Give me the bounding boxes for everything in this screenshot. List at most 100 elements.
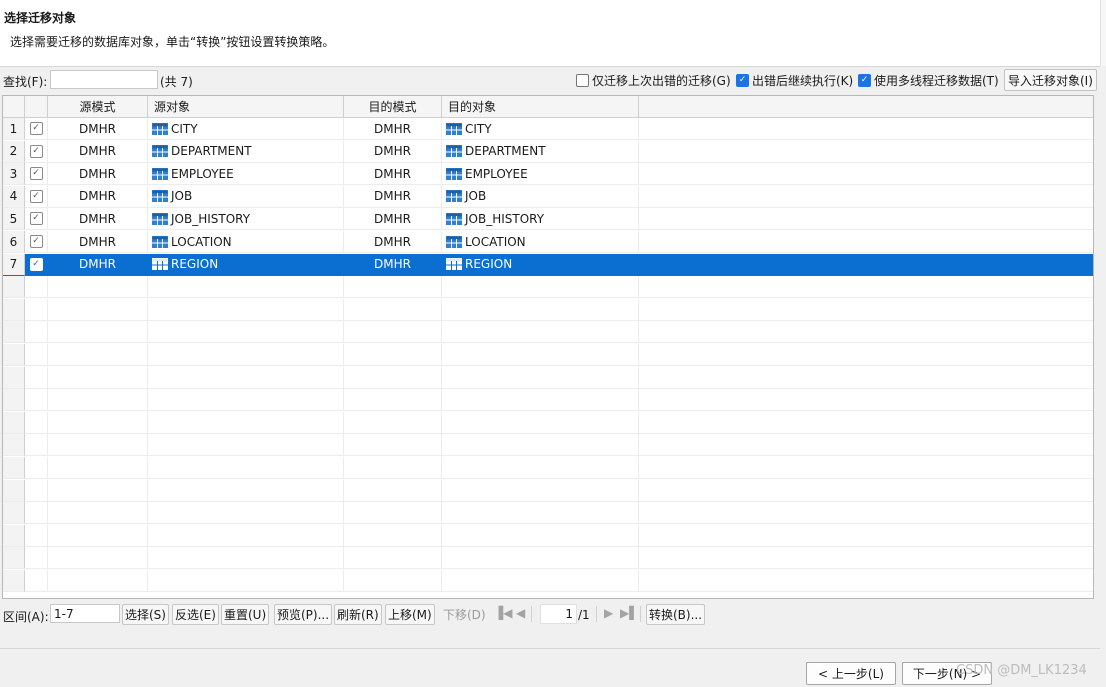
table-icon — [152, 167, 168, 180]
source-schema-cell[interactable]: DMHR — [48, 140, 148, 163]
move-down-button[interactable]: 下移(D) — [440, 604, 489, 625]
row-checkbox[interactable]: ✓ — [29, 144, 43, 158]
row-number: 3 — [3, 163, 25, 186]
wizard-header: 选择迁移对象 选择需要迁移的数据库对象，单击“转换”按钮设置转换策略。 — [0, 0, 1100, 67]
preview-button[interactable]: 预览(P)... — [274, 604, 333, 625]
table-icon — [152, 190, 168, 203]
table-icon — [152, 122, 168, 135]
source-schema-cell[interactable]: DMHR — [48, 253, 148, 276]
table-row — [3, 479, 1093, 502]
target-object-cell[interactable]: JOB_HISTORY — [442, 208, 639, 231]
source-object-name: REGION — [171, 257, 219, 272]
table-row[interactable]: 4 ✓ DMHR JOB DMHR JOB — [3, 185, 1093, 208]
multithread-checkbox[interactable]: ✓ — [858, 74, 871, 87]
target-schema-cell[interactable]: DMHR — [344, 118, 442, 140]
source-object-cell[interactable]: CITY — [148, 118, 344, 140]
multithread-label: 使用多线程迁移数据(T) — [874, 74, 999, 88]
source-object-cell[interactable]: EMPLOYEE — [148, 163, 344, 186]
target-object-name: CITY — [465, 121, 492, 136]
source-object-name: DEPARTMENT — [171, 144, 252, 159]
target-schema-cell[interactable]: DMHR — [344, 253, 442, 276]
row-number: 1 — [3, 118, 25, 140]
source-object-cell[interactable]: REGION — [148, 253, 344, 276]
import-objects-button[interactable]: 导入迁移对象(I) — [1004, 69, 1097, 91]
continue-on-error-checkbox[interactable]: ✓ — [736, 74, 749, 87]
source-object-cell[interactable]: LOCATION — [148, 231, 344, 253]
source-schema-cell[interactable]: DMHR — [48, 118, 148, 140]
target-object-cell[interactable]: REGION — [442, 253, 639, 276]
first-page-icon[interactable]: ▐◀ — [494, 606, 512, 620]
target-schema-cell[interactable]: DMHR — [344, 185, 442, 208]
table-row — [3, 321, 1093, 344]
source-schema-cell[interactable]: DMHR — [48, 185, 148, 208]
retry-failed-checkbox[interactable] — [576, 74, 589, 87]
table-row — [3, 524, 1093, 547]
target-object-cell[interactable]: JOB — [442, 185, 639, 208]
table-icon — [446, 212, 462, 225]
table-row — [3, 570, 1093, 592]
table-row[interactable]: 6 ✓ DMHR LOCATION DMHR LOCATION — [3, 231, 1093, 253]
row-checkbox[interactable]: ✓ — [29, 122, 43, 135]
select-button[interactable]: 选择(S) — [122, 604, 169, 625]
target-schema-cell[interactable]: DMHR — [344, 231, 442, 253]
reset-button[interactable]: 重置(U) — [221, 604, 270, 625]
table-row — [3, 276, 1093, 299]
page-number-input[interactable]: 1 — [540, 604, 577, 624]
invert-selection-button[interactable]: 反选(E) — [172, 604, 219, 625]
target-schema-cell[interactable]: DMHR — [344, 163, 442, 186]
table-icon — [446, 235, 462, 248]
continue-on-error-option[interactable]: ✓ 出错后继续执行(K) — [736, 72, 853, 89]
row-number: 4 — [3, 185, 25, 208]
target-object-name: LOCATION — [465, 234, 526, 249]
continue-on-error-label: 出错后继续执行(K) — [752, 74, 854, 88]
retry-failed-option[interactable]: 仅迁移上次出错的迁移(G) — [576, 72, 731, 89]
target-schema-cell[interactable]: DMHR — [344, 140, 442, 163]
source-schema-cell[interactable]: DMHR — [48, 163, 148, 186]
table-icon — [446, 190, 462, 203]
col-source-schema[interactable]: 源模式 — [48, 96, 148, 118]
source-schema-cell[interactable]: DMHR — [48, 208, 148, 231]
table-icon — [152, 258, 168, 271]
row-checkbox[interactable]: ✓ — [29, 257, 43, 271]
row-checkbox[interactable]: ✓ — [29, 189, 43, 203]
row-checkbox[interactable]: ✓ — [29, 167, 43, 181]
table-icon — [446, 167, 462, 180]
refresh-button[interactable]: 刷新(R) — [334, 604, 382, 625]
target-object-cell[interactable]: LOCATION — [442, 231, 639, 253]
next-page-icon[interactable]: ▶ — [604, 606, 613, 620]
target-object-cell[interactable]: CITY — [442, 118, 639, 140]
table-row[interactable]: 1 ✓ DMHR CITY DMHR CITY — [3, 118, 1093, 140]
multithread-option[interactable]: ✓ 使用多线程迁移数据(T) — [858, 72, 999, 89]
find-input[interactable] — [50, 70, 158, 89]
row-checkbox[interactable]: ✓ — [29, 235, 43, 248]
range-input[interactable]: 1-7 — [50, 604, 120, 623]
last-page-icon[interactable]: ▶▌ — [620, 606, 638, 620]
target-object-cell[interactable]: DEPARTMENT — [442, 140, 639, 163]
target-object-cell[interactable]: EMPLOYEE — [442, 163, 639, 186]
source-object-cell[interactable]: JOB — [148, 185, 344, 208]
target-schema-cell[interactable]: DMHR — [344, 208, 442, 231]
col-target-object[interactable]: 目的对象 — [442, 96, 639, 118]
move-up-button[interactable]: 上移(M) — [385, 604, 435, 625]
retry-failed-label: 仅迁移上次出错的迁移(G) — [592, 74, 731, 88]
table-row[interactable]: 7 ✓ DMHR REGION DMHR REGION — [3, 253, 1093, 276]
table-row[interactable]: 2 ✓ DMHR DEPARTMENT DMHR DEPARTMENT — [3, 140, 1093, 163]
range-label: 区间(A): — [3, 610, 49, 624]
prev-page-icon[interactable]: ◀ — [516, 606, 525, 620]
page-title: 选择迁移对象 — [4, 11, 77, 25]
object-count: (共 7) — [160, 75, 193, 89]
source-schema-cell[interactable]: DMHR — [48, 231, 148, 253]
row-checkbox[interactable]: ✓ — [29, 212, 43, 226]
watermark: CSDN @DM_LK1234 — [956, 663, 1087, 678]
table-icon — [152, 212, 168, 225]
table-row[interactable]: 5 ✓ DMHR JOB_HISTORY DMHR JOB_HISTORY — [3, 208, 1093, 231]
previous-step-button[interactable]: < 上一步(L) — [806, 662, 896, 685]
col-target-schema[interactable]: 目的模式 — [344, 96, 442, 118]
table-row[interactable]: 3 ✓ DMHR EMPLOYEE DMHR EMPLOYEE — [3, 163, 1093, 186]
source-object-cell[interactable]: DEPARTMENT — [148, 140, 344, 163]
source-object-cell[interactable]: JOB_HISTORY — [148, 208, 344, 231]
col-source-object[interactable]: 源对象 — [148, 96, 344, 118]
checkbox-header[interactable] — [25, 96, 48, 118]
convert-button[interactable]: 转换(B)... — [646, 604, 706, 625]
row-number-header — [3, 96, 25, 118]
